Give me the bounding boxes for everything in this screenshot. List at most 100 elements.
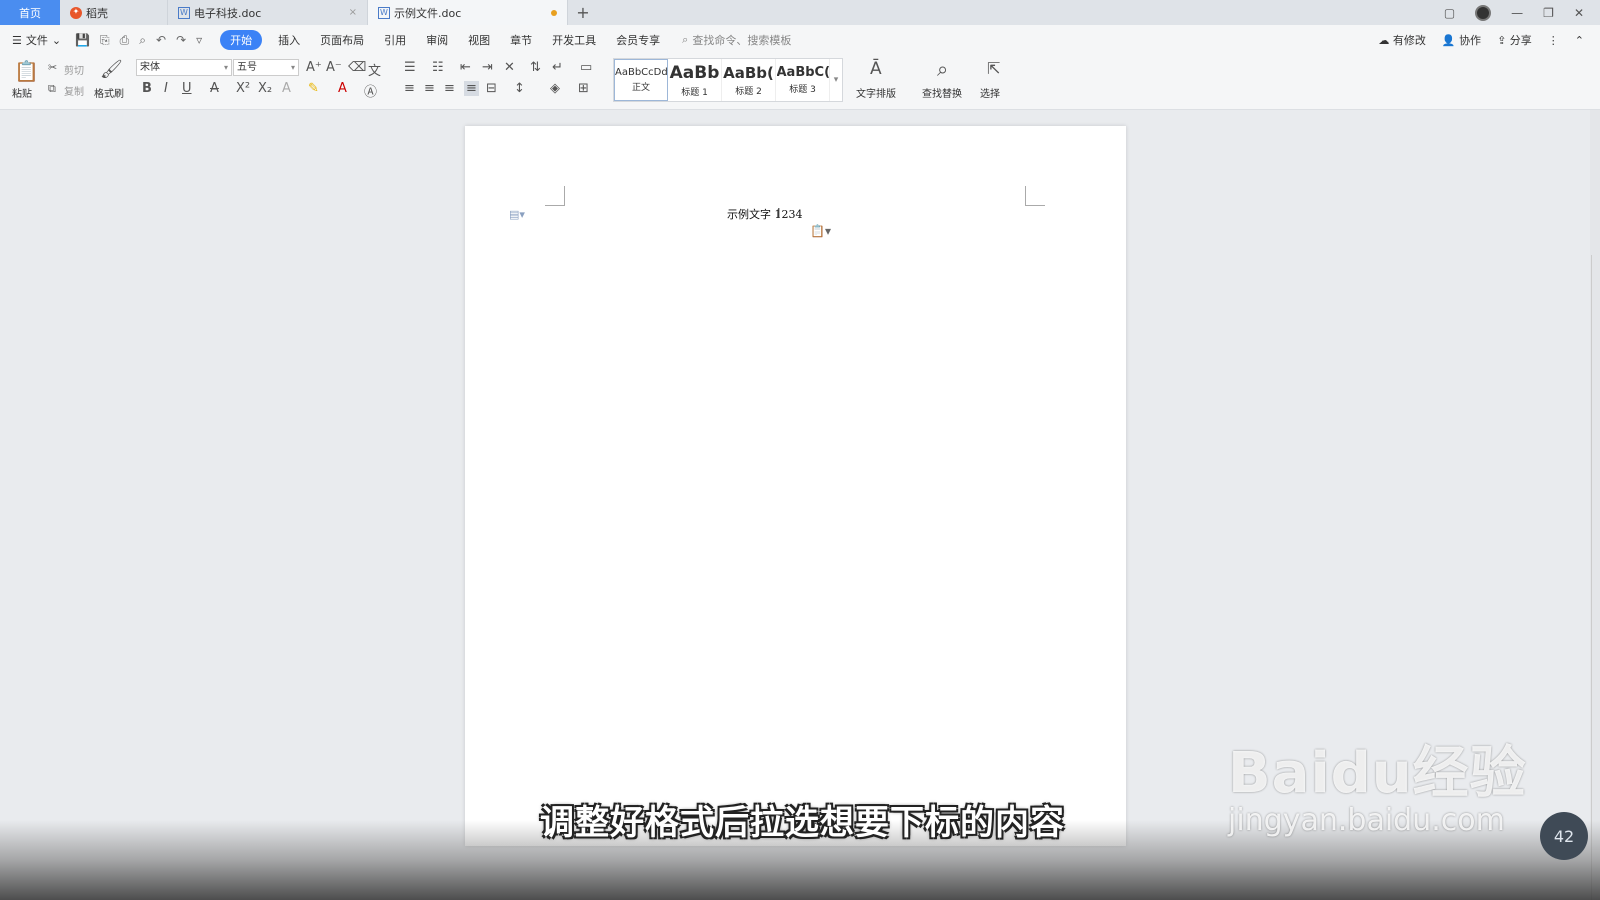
file-menu[interactable]: ☰ 文件 ⌄ [12, 32, 61, 48]
char-border-icon[interactable]: Ⓐ [364, 81, 377, 100]
avatar[interactable] [1475, 4, 1492, 21]
style-name: 正文 [631, 83, 650, 93]
paste-options-icon[interactable]: 📋▾ [810, 224, 831, 238]
increase-indent-icon[interactable]: ⇥ [482, 60, 493, 75]
tab-sample-doc[interactable]: W 示例文件.doc [368, 0, 568, 25]
decrease-indent-icon[interactable]: ⇤ [460, 60, 471, 75]
share-button[interactable]: ⇪ 分享 [1497, 32, 1532, 48]
sort-icon[interactable]: ⇅ [530, 60, 541, 75]
copy-icon: ⧉ [48, 82, 56, 95]
export-icon[interactable]: ⎘ [100, 33, 110, 48]
text-layout-button[interactable]: 文字排版 [856, 85, 896, 100]
step-badge: 42 [1540, 812, 1588, 860]
grow-font-icon[interactable]: A⁺ [306, 60, 322, 75]
style-heading-2[interactable]: AaBb( 标题 2 [722, 59, 776, 101]
command-search-placeholder: 查找命令、搜索模板 [692, 34, 792, 47]
cloud-icon: ☁ [1378, 34, 1390, 47]
share-icon: ⇪ [1497, 34, 1507, 47]
superscript-icon[interactable]: X² [236, 81, 250, 96]
collapse-ribbon-icon[interactable]: ⌃ [1575, 34, 1584, 47]
command-search[interactable]: ⌕ 查找命令、搜索模板 [682, 32, 791, 48]
text-layout-icon: Ā [870, 59, 882, 79]
clear-format-icon[interactable]: ⌫ [348, 60, 366, 75]
menu-item-view[interactable]: 视图 [468, 32, 490, 48]
highlight-icon[interactable]: ✎ [308, 81, 319, 96]
strikethrough-icon[interactable]: A [210, 81, 219, 96]
align-right-icon[interactable]: ≡ [444, 81, 455, 96]
search-icon: ⌕ [937, 57, 949, 81]
paragraph-layout-icon[interactable]: ▤▾ [509, 208, 525, 221]
tab-electronic-doc[interactable]: W 电子科技.doc × [168, 0, 368, 25]
scissors-icon: ✂ [48, 61, 58, 74]
tab-stops-icon[interactable]: ▭ [580, 60, 592, 75]
show-marks-icon[interactable]: ↵ [552, 60, 563, 75]
style-sample: AaBb( [723, 63, 774, 82]
window-layout-icon[interactable]: ▢ [1444, 6, 1455, 20]
document-text[interactable]: 示例文字 1234 [727, 206, 803, 222]
shrink-font-icon[interactable]: A⁻ [326, 60, 342, 75]
cut-button[interactable]: 剪切 [64, 62, 84, 77]
print-icon[interactable]: ⎙ [120, 33, 130, 48]
phonetic-icon[interactable]: 文 [368, 60, 381, 79]
font-color-icon[interactable]: A [338, 81, 347, 96]
close-window-icon[interactable]: ✕ [1574, 6, 1584, 20]
menu-item-section[interactable]: 章节 [510, 32, 532, 48]
underline-icon[interactable]: U [182, 81, 192, 96]
menu-item-insert[interactable]: 插入 [278, 32, 300, 48]
close-icon[interactable]: × [349, 7, 357, 18]
line-spacing-icon[interactable]: ↕ [514, 81, 525, 96]
style-heading-1[interactable]: AaBb 标题 1 [668, 59, 722, 101]
bullet-list-icon[interactable]: ☰ [404, 60, 416, 75]
minimize-icon[interactable]: — [1511, 6, 1523, 20]
redo-icon[interactable]: ↷ [176, 33, 186, 48]
chinese-layout-icon[interactable]: ✕ [504, 60, 515, 75]
borders-icon[interactable]: ⊞ [578, 81, 589, 96]
tab-daoke[interactable]: ✦ 稻壳 [60, 0, 168, 25]
menu-item-review[interactable]: 审阅 [426, 32, 448, 48]
shading-icon[interactable]: ◈ [550, 81, 560, 96]
collab-button[interactable]: 👤 协作 [1442, 32, 1481, 48]
distribute-icon[interactable]: ⊟ [486, 81, 497, 96]
document-page[interactable]: ▤▾ 示例文字 1234 I 📋▾ [465, 126, 1126, 846]
style-normal[interactable]: AaBbCcDd 正文 [614, 59, 668, 101]
margin-mark-top-right [1025, 186, 1045, 206]
unsaved-dot-icon[interactable] [551, 9, 557, 16]
tab-label: 示例文件.doc [394, 6, 462, 20]
scrollbar-thumb[interactable] [1591, 255, 1599, 900]
italic-icon[interactable]: I [164, 81, 168, 96]
numbered-list-icon[interactable]: ☷ [432, 60, 444, 75]
ribbon: 📋 粘贴 ✂ 剪切 ⧉ 复制 🖌 格式刷 宋体 五号 A⁺ A⁻ ⌫ 文 B I… [0, 55, 1600, 110]
text-effect-icon[interactable]: A [282, 81, 291, 96]
bold-icon[interactable]: B [142, 81, 152, 96]
copy-button[interactable]: 复制 [64, 83, 84, 98]
vertical-scrollbar[interactable] [1590, 110, 1600, 900]
justify-icon[interactable]: ≡ [464, 81, 479, 96]
font-size-select[interactable]: 五号 [233, 59, 299, 76]
menu-item-start[interactable]: 开始 [220, 30, 263, 50]
undo-icon[interactable]: ↶ [156, 33, 166, 48]
menu-item-member[interactable]: 会员专享 [616, 32, 660, 48]
styles-more-icon[interactable]: ▾ [830, 59, 842, 101]
new-tab-button[interactable]: + [568, 0, 598, 25]
select-button[interactable]: 选择 [980, 85, 1000, 100]
menu-item-page-layout[interactable]: 页面布局 [320, 32, 364, 48]
revise-button[interactable]: ☁ 有修改 [1378, 32, 1426, 48]
menu-item-references[interactable]: 引用 [384, 32, 406, 48]
align-left-icon[interactable]: ≡ [404, 81, 415, 96]
save-icon[interactable]: 💾 [75, 33, 90, 48]
more-icon[interactable]: ⋮ [1548, 34, 1559, 47]
print-preview-icon[interactable]: ⌕ [139, 33, 146, 48]
font-name-select[interactable]: 宋体 [136, 59, 232, 76]
tab-label: 电子科技.doc [194, 6, 262, 20]
customize-icon[interactable]: ▿ [196, 33, 202, 48]
style-heading-3[interactable]: AaBbC( 标题 3 [776, 59, 830, 101]
menu-item-dev-tools[interactable]: 开发工具 [552, 32, 596, 48]
tab-home[interactable]: 首页 [0, 0, 60, 25]
paste-button[interactable]: 粘贴 [12, 85, 32, 100]
subscript-icon[interactable]: X₂ [258, 81, 272, 96]
paste-icon[interactable]: 📋 [14, 59, 39, 83]
find-replace-button[interactable]: 查找替换 [922, 85, 962, 100]
align-center-icon[interactable]: ≡ [424, 81, 435, 96]
restore-icon[interactable]: ❐ [1543, 6, 1554, 20]
format-painter-button[interactable]: 格式刷 [94, 85, 124, 100]
